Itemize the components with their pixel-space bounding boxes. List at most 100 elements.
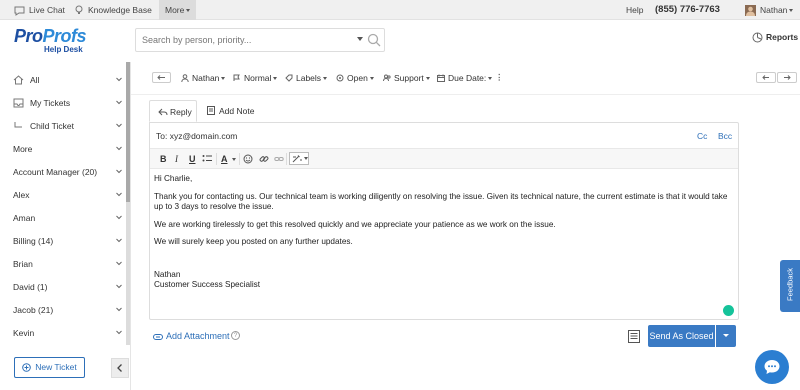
cc-link[interactable]: Cc <box>697 131 707 141</box>
knowledge-base-label: Knowledge Base <box>88 5 152 15</box>
add-attachment-link[interactable]: Add Attachment <box>153 331 230 341</box>
labels-dropdown[interactable]: Labels <box>285 73 328 83</box>
sidebar-item-more[interactable]: More <box>0 139 126 159</box>
bcc-link[interactable]: Bcc <box>718 131 732 141</box>
bullet-list-icon[interactable] <box>202 154 212 163</box>
chevron-down-icon[interactable] <box>115 212 123 222</box>
sidebar-item-kevin[interactable]: Kevin <box>0 323 126 343</box>
sidebar-item-label: David (1) <box>13 282 48 292</box>
chevron-down-icon[interactable] <box>115 327 123 337</box>
sidebar-item-aman[interactable]: Aman <box>0 208 126 228</box>
back-button[interactable] <box>152 72 171 83</box>
link-icon[interactable] <box>259 154 269 164</box>
toolbar-divider <box>239 153 240 165</box>
chevron-down-icon[interactable] <box>115 281 123 291</box>
send-as-closed-button[interactable]: Send As Closed <box>648 325 715 347</box>
search-filter-dropdown-icon[interactable] <box>357 37 363 41</box>
sidebar-item-all[interactable]: All <box>0 70 126 90</box>
support-phone: (855) 776-7763 <box>655 4 720 15</box>
document-icon[interactable] <box>628 330 640 343</box>
chevron-down-icon[interactable] <box>115 166 123 176</box>
sidebar-item-account-manager[interactable]: Account Manager (20) <box>0 162 126 182</box>
next-ticket-button[interactable] <box>777 72 797 83</box>
sidebar-item-jacob[interactable]: Jacob (21) <box>0 300 126 320</box>
to-field[interactable]: To: xyz@domain.com <box>156 131 237 141</box>
chevron-down-icon[interactable] <box>115 235 123 245</box>
assignee-dropdown[interactable]: Nathan <box>181 73 226 83</box>
user-menu[interactable]: Nathan <box>745 0 794 20</box>
due-date-dropdown[interactable]: Due Date: <box>437 73 493 83</box>
sidebar-item-billing[interactable]: Billing (14) <box>0 231 126 251</box>
chevron-down-icon[interactable] <box>115 143 123 153</box>
italic-button[interactable]: I <box>175 153 178 165</box>
sidebar-item-david[interactable]: David (1) <box>0 277 126 297</box>
sidebar-item-label: Alex <box>13 190 30 200</box>
previous-ticket-button[interactable] <box>756 72 776 83</box>
text-color-button[interactable]: A <box>221 153 228 165</box>
body-paragraph: We are working tirelessly to get this re… <box>154 219 556 229</box>
send-options-dropdown[interactable] <box>716 325 736 347</box>
due-date-label: Due Date: <box>448 73 487 83</box>
labels-label: Labels <box>296 73 322 83</box>
inbox-icon <box>13 98 24 108</box>
more-options-icon[interactable]: ⋮ <box>495 72 504 83</box>
status-label: Open <box>347 73 368 83</box>
magic-format-icon <box>292 155 302 163</box>
unlink-icon[interactable] <box>274 154 284 164</box>
arrow-right-icon <box>784 75 791 80</box>
sidebar-item-brian[interactable]: Brian <box>0 254 126 274</box>
sidebar-item-label: My Tickets <box>30 98 71 108</box>
tab-add-note[interactable]: Add Note <box>199 100 262 122</box>
reports-link[interactable]: Reports <box>752 32 798 43</box>
priority-dropdown[interactable]: Normal <box>233 73 278 83</box>
help-link[interactable]: Help <box>626 0 643 20</box>
tab-reply[interactable]: Reply <box>149 100 197 122</box>
knowledge-base-link[interactable]: Knowledge Base <box>74 0 152 20</box>
new-ticket-button[interactable]: New Ticket <box>14 357 85 378</box>
sidebar-item-alex[interactable]: Alex <box>0 185 126 205</box>
chevron-down-icon[interactable] <box>115 304 123 314</box>
sidebar-item-label: Billing (14) <box>13 236 54 246</box>
chevron-down-icon[interactable] <box>115 74 123 84</box>
help-circle-icon[interactable]: ? <box>231 331 240 340</box>
home-icon <box>13 75 24 85</box>
more-menu[interactable]: More <box>159 0 197 20</box>
team-dropdown[interactable]: Support <box>383 73 430 83</box>
add-attachment-label: Add Attachment <box>166 331 230 341</box>
sidebar-item-label: Aman <box>13 213 36 223</box>
chat-widget-button[interactable] <box>755 350 789 384</box>
reports-icon <box>752 32 763 43</box>
collapse-sidebar-button[interactable] <box>111 358 129 378</box>
user-icon <box>181 74 189 83</box>
status-dropdown[interactable]: Open <box>336 73 374 83</box>
calendar-icon <box>437 74 445 82</box>
logo-profs-text: Profs <box>42 26 87 46</box>
search-placeholder: Search by person, priority... <box>142 35 252 45</box>
chevron-down-icon <box>186 9 191 13</box>
bold-button[interactable]: B <box>160 153 167 165</box>
chevron-down-icon[interactable] <box>232 158 236 161</box>
chevron-down-icon <box>304 157 308 160</box>
live-chat-link[interactable]: Live Chat <box>14 0 65 20</box>
chevron-down-icon[interactable] <box>115 258 123 268</box>
chevron-down-icon[interactable] <box>115 120 123 130</box>
canned-response-button[interactable] <box>289 152 309 165</box>
feedback-tab[interactable]: Feedback <box>780 260 800 312</box>
chevron-down-icon[interactable] <box>115 97 123 107</box>
proprofs-logo[interactable]: ProProfs Help Desk <box>14 26 87 54</box>
search-icon[interactable] <box>367 33 381 47</box>
chevron-down-icon <box>789 9 794 13</box>
grammarly-icon[interactable] <box>723 305 734 316</box>
sidebar-item-my-tickets[interactable]: My Tickets <box>0 93 126 113</box>
sidebar-item-child-ticket[interactable]: Child Ticket <box>0 116 126 136</box>
reply-body[interactable]: Hi Charlie, Thank you for contacting us.… <box>154 174 734 291</box>
chevron-down-icon <box>221 77 226 81</box>
underline-button[interactable]: U <box>189 153 196 165</box>
sidebar: All My Tickets Child Ticket More Account… <box>0 62 131 390</box>
chevron-down-icon <box>723 334 729 337</box>
sidebar-scroll-thumb[interactable] <box>126 62 130 202</box>
search-input[interactable]: Search by person, priority... <box>135 28 385 52</box>
recipients-row: To: xyz@domain.com Cc Bcc <box>150 123 738 149</box>
emoji-icon[interactable] <box>243 154 253 164</box>
chevron-down-icon[interactable] <box>115 189 123 199</box>
